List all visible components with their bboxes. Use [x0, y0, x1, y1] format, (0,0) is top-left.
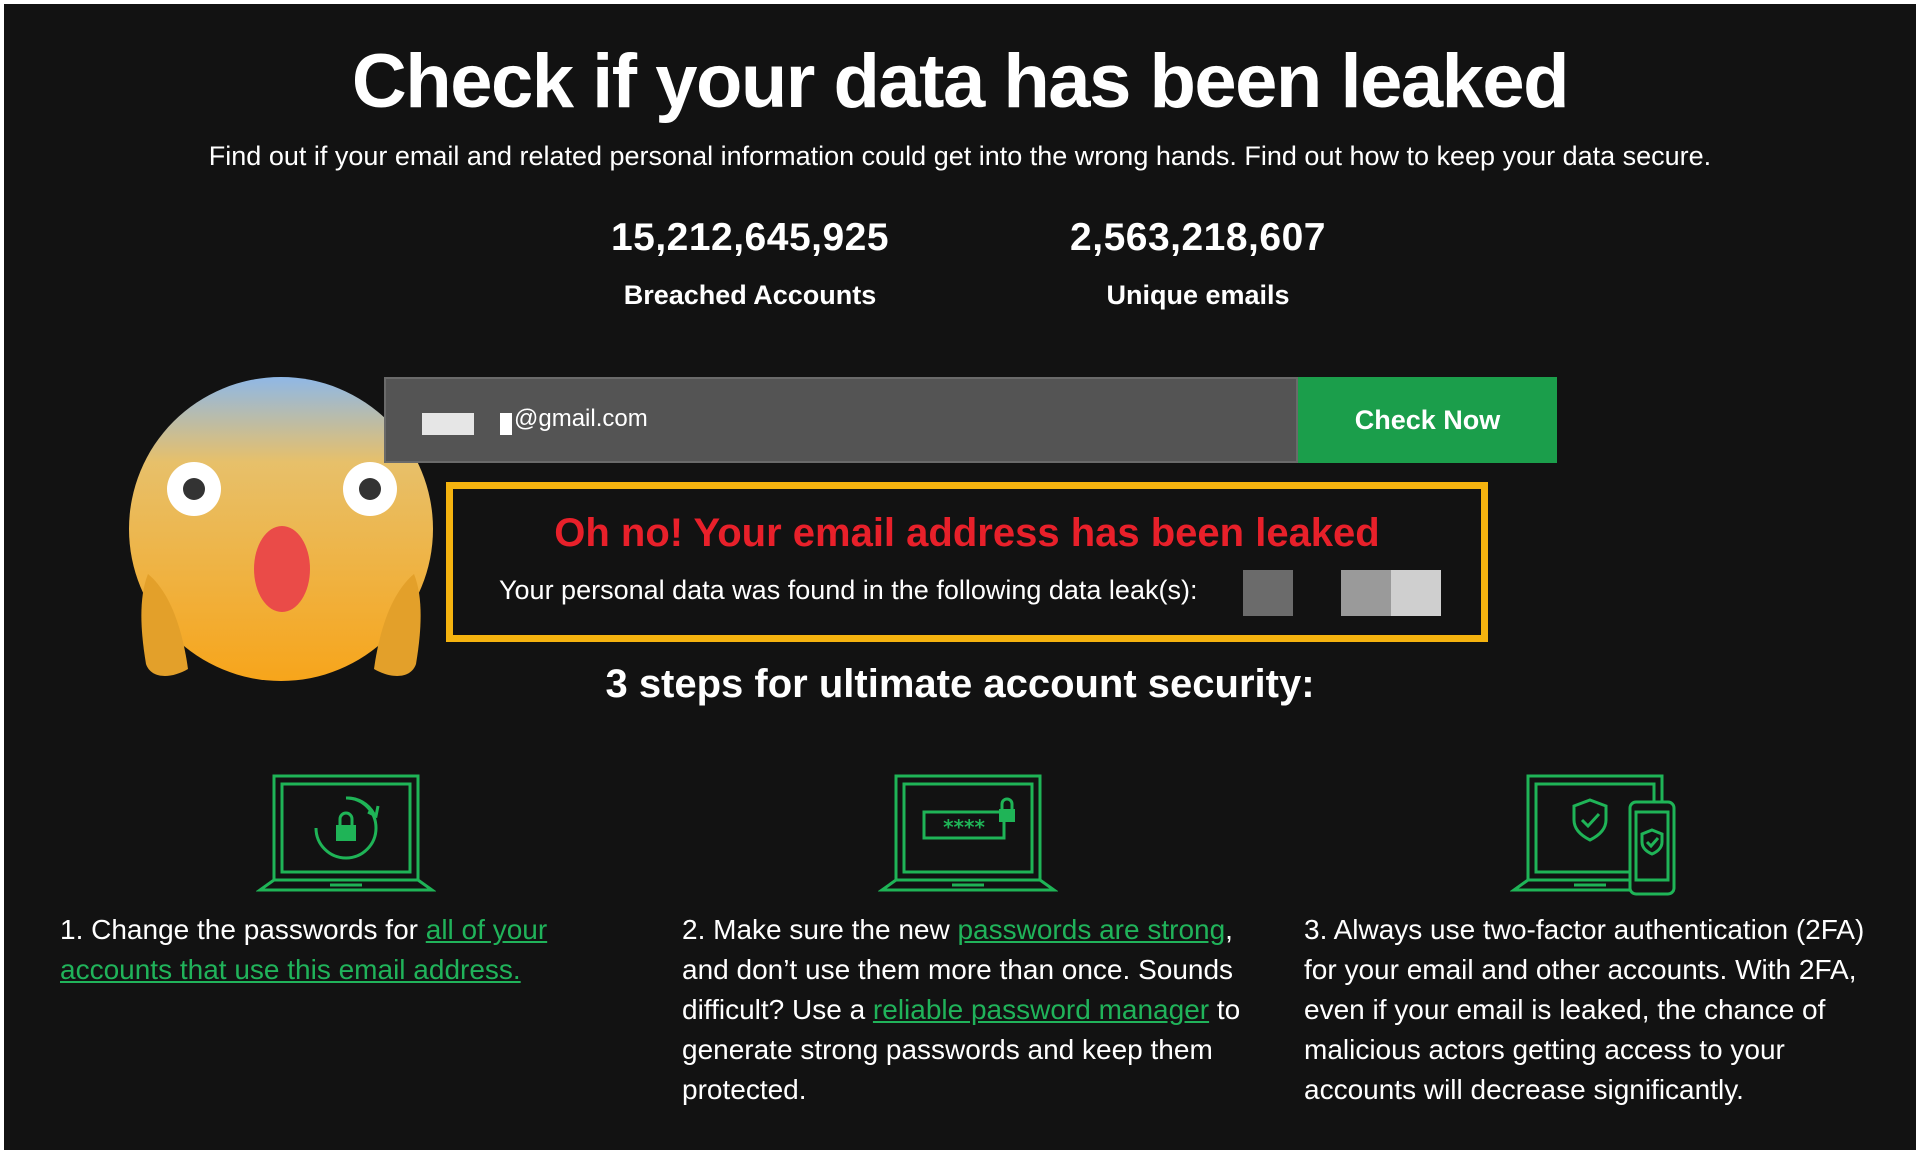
redacted-text: [500, 413, 512, 435]
check-now-button[interactable]: Check Now: [1298, 377, 1557, 463]
step-2-text: 2. Make sure the new passwords are stron…: [682, 910, 1272, 1110]
step-3-text: 3. Always use two-factor authentication …: [1304, 914, 1865, 1105]
step-1-prefix: 1. Change the passwords for: [60, 914, 426, 945]
leak-alert-box: Oh no! Your email address has been leake…: [446, 482, 1488, 642]
stat-label: Breached Accounts: [623, 280, 877, 310]
stat-value: 15,212,645,925: [610, 216, 890, 259]
stat-breached-accounts: 15,212,645,925 Breached Accounts: [550, 216, 950, 311]
page: Check if your data has been leaked Find …: [4, 4, 1916, 1150]
email-input-value: @gmail.com: [514, 405, 648, 432]
password-manager-link[interactable]: reliable password manager: [873, 994, 1209, 1025]
laptop-phone-shield-icon: [1510, 774, 1676, 896]
stat-unique-emails: 2,563,218,607 Unique emails: [998, 216, 1398, 311]
step-1-text: 1. Change the passwords for all of your …: [60, 910, 600, 990]
redacted-leak-name: [1341, 570, 1391, 616]
svg-text:****: ****: [943, 815, 985, 839]
page-title: Check if your data has been leaked: [351, 39, 1570, 124]
alert-title: Oh no! Your email address has been leake…: [554, 511, 1380, 555]
alert-body: Your personal data was found in the foll…: [499, 575, 1198, 605]
steps-heading: 3 steps for ultimate account security:: [605, 662, 1315, 706]
stat-label: Unique emails: [1106, 280, 1290, 310]
laptop-lock-refresh-icon: [256, 774, 436, 892]
strong-passwords-link[interactable]: passwords are strong: [957, 914, 1225, 945]
redacted-leak-name: [1243, 570, 1293, 616]
email-search-input[interactable]: @gmail.com: [384, 377, 1298, 463]
page-subtitle: Find out if your email and related perso…: [208, 141, 1712, 171]
redacted-leak-name: [1391, 570, 1441, 616]
redacted-text: [422, 413, 474, 435]
stat-value: 2,563,218,607: [1070, 216, 1326, 259]
laptop-password-icon: ****: [878, 774, 1058, 892]
step-2-prefix: 2. Make sure the new: [682, 914, 958, 945]
